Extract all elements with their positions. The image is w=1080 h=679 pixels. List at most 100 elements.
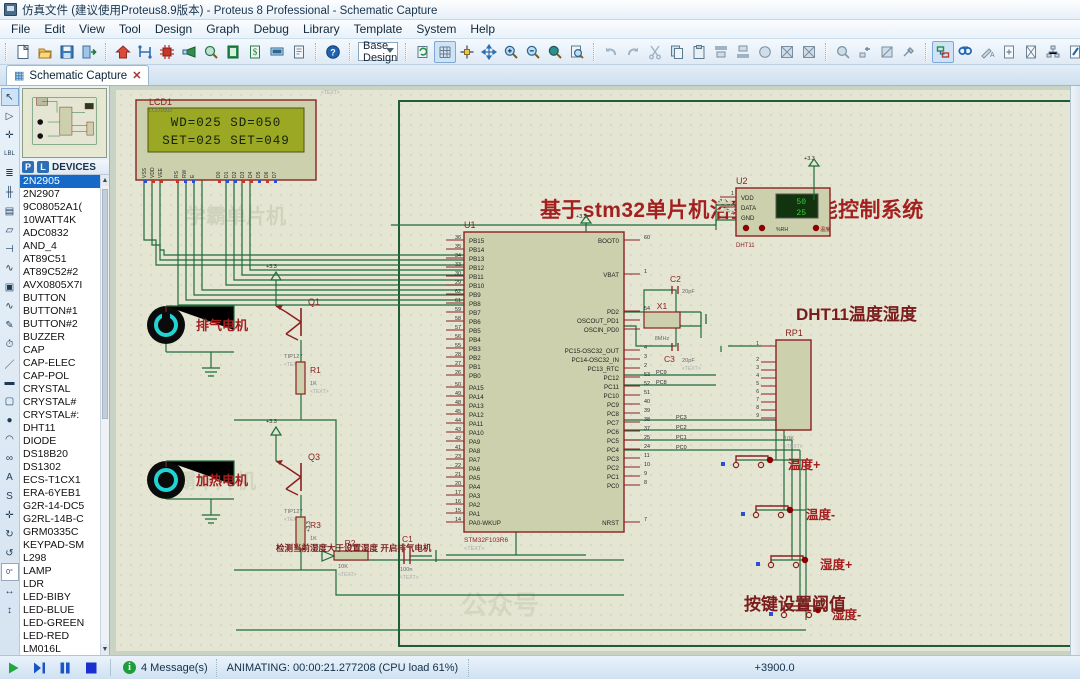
list-item[interactable]: ERA-6YEB1 (20, 487, 109, 500)
3dview-icon[interactable] (178, 41, 200, 63)
list-item[interactable]: CRYSTAL (20, 383, 109, 396)
package-icon[interactable] (876, 41, 898, 63)
library-pill[interactable]: L (37, 161, 49, 173)
play-button[interactable] (0, 657, 26, 679)
pick-device-pill[interactable]: P (22, 161, 34, 173)
tab-schematic-capture[interactable]: ▦ Schematic Capture ✕ (6, 65, 150, 85)
2d-path-mode-icon[interactable]: ∞ (1, 449, 19, 467)
component-mode-icon[interactable]: ▷ (1, 107, 19, 125)
netlist-icon[interactable] (134, 41, 156, 63)
wire-label-mode-icon[interactable]: LBL (1, 145, 19, 163)
schematic-canvas[interactable]: 基于stm32单片机浴室环境智能控制系统 学霸单片机 学霸单片机 学霸单片机 学… (110, 86, 1080, 655)
bom-icon[interactable] (222, 41, 244, 63)
grid-icon[interactable] (434, 40, 457, 63)
list-item[interactable]: DS18B20 (20, 448, 109, 461)
zoom-all-icon[interactable] (544, 41, 566, 63)
bus-mode-icon[interactable]: ╫ (1, 183, 19, 201)
list-item[interactable]: LED-BIBY (20, 591, 109, 604)
menu-edit[interactable]: Edit (37, 20, 72, 38)
close-icon[interactable]: ✕ (132, 69, 141, 82)
current-probe-mode-icon[interactable]: ⏱ (1, 335, 19, 353)
edit-sheet-icon[interactable] (1064, 41, 1080, 63)
2d-text-mode-icon[interactable]: A (1, 468, 19, 486)
list-item[interactable]: LED-BLUE (20, 604, 109, 617)
junction-dot-mode-icon[interactable]: ✛ (1, 126, 19, 144)
subcircuit-mode-icon[interactable]: ▤ (1, 202, 19, 220)
list-item[interactable]: CRYSTAL#: (20, 409, 109, 422)
2d-marker-mode-icon[interactable]: ✛ (1, 506, 19, 524)
list-item[interactable]: DS1302 (20, 461, 109, 474)
list-item[interactable]: G2RL-14B-C (20, 513, 109, 526)
mirror-horizontal-icon[interactable]: ↔ (1, 582, 19, 600)
pick-device-icon[interactable] (832, 41, 854, 63)
property-assign-icon[interactable]: A (976, 41, 998, 63)
list-item[interactable]: LED-RED (20, 630, 109, 643)
refresh-icon[interactable] (412, 41, 434, 63)
list-item[interactable]: 9C08052A1( (20, 201, 109, 214)
devices-list[interactable]: 2N2905 2N2907 9C08052A1( 10WATT4K ADC083… (20, 175, 109, 655)
menu-view[interactable]: View (72, 20, 112, 38)
block-copy-icon[interactable] (710, 41, 732, 63)
billing-icon[interactable]: $ (244, 41, 266, 63)
open-icon[interactable] (34, 41, 56, 63)
search-icon[interactable] (954, 41, 976, 63)
new-icon[interactable] (12, 41, 34, 63)
list-item[interactable]: BUTTON#2 (20, 318, 109, 331)
redo-icon[interactable] (622, 41, 644, 63)
copy-icon[interactable] (666, 41, 688, 63)
device-pin-mode-icon[interactable]: ⊣ (1, 240, 19, 258)
remove-sheet-icon[interactable] (1020, 41, 1042, 63)
block-move-icon[interactable] (732, 41, 754, 63)
block-rotate-icon[interactable] (754, 41, 776, 63)
graph-mode-icon[interactable]: ∿ (1, 259, 19, 277)
list-item[interactable]: AT89C52#2 (20, 266, 109, 279)
zoom-out-icon[interactable] (522, 41, 544, 63)
schematic-sheet[interactable]: 基于stm32单片机浴室环境智能控制系统 学霸单片机 学霸单片机 学霸单片机 学… (116, 90, 1070, 651)
make-device-icon[interactable] (854, 41, 876, 63)
block-clear-icon[interactable] (798, 41, 820, 63)
2d-box-mode-icon[interactable]: ▬ (1, 373, 19, 391)
list-item[interactable]: CAP-ELEC (20, 357, 109, 370)
menu-design[interactable]: Design (148, 20, 199, 38)
menu-library[interactable]: Library (296, 20, 347, 38)
list-item[interactable]: DHT11 (20, 422, 109, 435)
list-item[interactable]: BUTTON (20, 292, 109, 305)
zoom-area2-icon[interactable] (566, 41, 588, 63)
terminals-mode-icon[interactable]: ▱ (1, 221, 19, 239)
new-sheet-icon[interactable] (998, 41, 1020, 63)
origin-icon[interactable] (456, 41, 478, 63)
list-item[interactable]: CAP (20, 344, 109, 357)
list-item[interactable]: GRM0335C (20, 526, 109, 539)
design-combo[interactable]: Base Design (358, 40, 399, 64)
list-item[interactable]: ADC0832 (20, 227, 109, 240)
menu-tool[interactable]: Tool (112, 20, 148, 38)
pause-button[interactable] (52, 657, 78, 679)
list-item[interactable]: BUTTON#1 (20, 305, 109, 318)
menu-debug[interactable]: Debug (247, 20, 296, 38)
zoom-in-icon[interactable] (500, 41, 522, 63)
list-item[interactable]: LM016L (20, 643, 109, 655)
list-item[interactable]: BUZZER (20, 331, 109, 344)
wire-label-icon[interactable] (932, 40, 955, 63)
zoom-area-icon[interactable] (200, 41, 222, 63)
pcb-icon[interactable] (156, 41, 178, 63)
list-item[interactable]: L298 (20, 552, 109, 565)
overview-preview[interactable] (22, 88, 107, 158)
list-item[interactable]: CAP-POL (20, 370, 109, 383)
help-icon[interactable]: ? (322, 41, 344, 63)
undo-icon[interactable] (600, 41, 622, 63)
rotate-cw-icon[interactable]: ↻ (1, 525, 19, 543)
rotate-ccw-icon[interactable]: ↺ (1, 544, 19, 562)
list-item[interactable]: AND_4 (20, 240, 109, 253)
list-item[interactable]: 2N2907 (20, 188, 109, 201)
menu-file[interactable]: File (4, 20, 37, 38)
paste-icon[interactable] (688, 41, 710, 63)
sheet-tree-icon[interactable] (1042, 41, 1064, 63)
design-explorer-icon[interactable] (266, 41, 288, 63)
cut-icon[interactable] (644, 41, 666, 63)
exit-icon[interactable] (78, 41, 100, 63)
list-item[interactable]: LDR (20, 578, 109, 591)
menu-system[interactable]: System (409, 20, 463, 38)
list-item[interactable]: ECS-T1CX1 (20, 474, 109, 487)
canvas-vertical-scrollbar[interactable] (1070, 86, 1080, 655)
